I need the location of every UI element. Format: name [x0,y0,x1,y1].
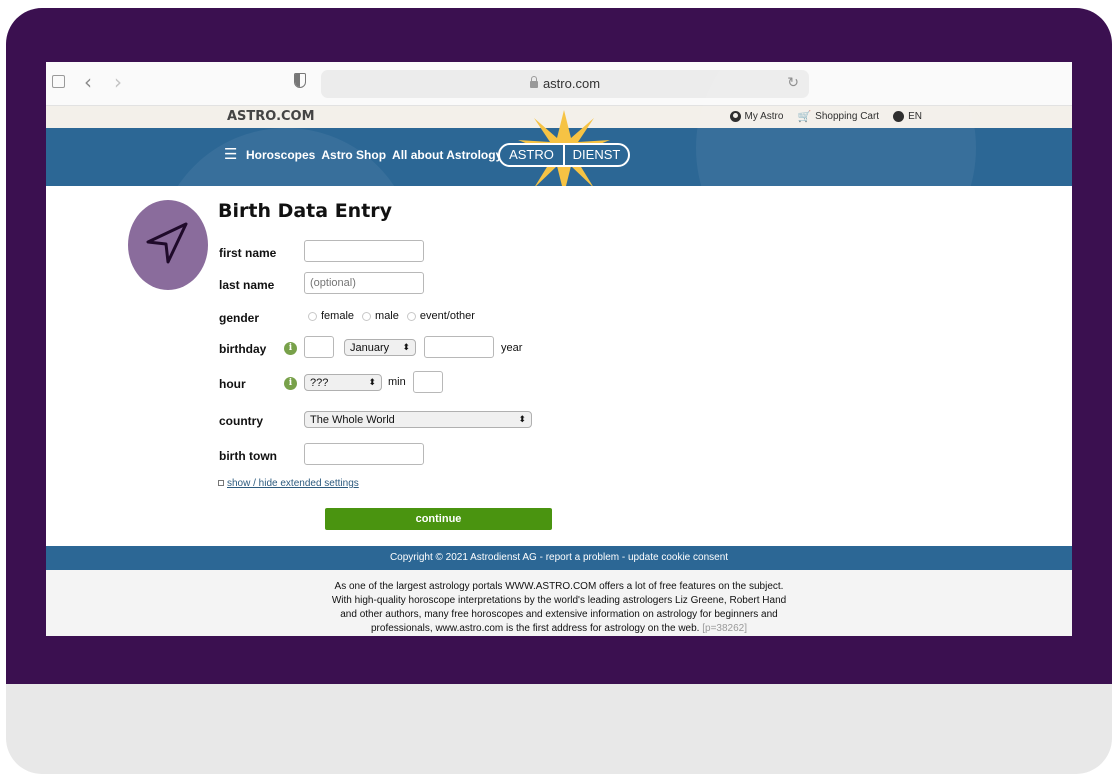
cursor-overlay [128,200,208,290]
nav-astro-shop[interactable]: Astro Shop [321,148,386,162]
gender-male-label: male [375,310,399,322]
select-arrow-icon: ⬍ [368,377,376,387]
gender-male-radio[interactable] [362,311,372,321]
select-arrow-icon: ⬍ [518,414,526,424]
lock-icon [529,76,538,88]
first-name-input[interactable] [304,240,424,262]
footer-description: As one of the largest astrology portals … [46,570,1072,636]
hour-info-icon[interactable]: i [284,377,297,390]
menu-icon[interactable]: ☰ [224,145,237,163]
site-logo[interactable]: ASTRO.COM [227,109,315,124]
form-content: Birth Data Entry first name last name ge… [46,186,1072,546]
page-id: [p=38262] [702,623,748,634]
gender-other-label: event/other [419,310,475,322]
hour-label: hour [219,377,246,391]
select-arrow-icon: ⬍ [402,342,410,352]
nav-links: Horoscopes Astro Shop All about Astrolog… [246,148,502,162]
brand-right: DIENST [572,147,621,162]
birthday-label: birthday [219,342,267,356]
footer-line: and other authors, many free horoscopes … [340,609,778,620]
birth-town-label: birth town [219,449,277,463]
back-chevron-icon[interactable]: ‹ [84,70,92,94]
privacy-shield-icon[interactable] [294,73,306,88]
continue-button[interactable]: continue [325,508,552,530]
birth-town-input[interactable] [304,443,424,465]
url-text: astro.com [542,76,601,91]
footer-line: professionals, www.astro.com is the firs… [46,622,1072,636]
country-select[interactable]: The Whole World ⬍ [304,411,532,428]
country-label: country [219,414,264,428]
first-name-label: first name [219,246,277,260]
minute-input[interactable] [413,371,443,393]
navigation-arrow-icon [146,222,188,264]
sidebar-toggle-icon[interactable] [52,75,65,88]
hour-value: ??? [310,376,329,389]
brand-left: ASTRO [500,145,565,165]
gender-options: female male event/other [304,310,475,322]
forward-chevron-icon[interactable]: › [114,70,122,94]
birth-year-input[interactable] [424,336,494,358]
astrodienst-logo[interactable]: ASTRO DIENST [498,143,630,167]
gender-female-radio[interactable] [308,311,317,321]
nav-horoscopes[interactable]: Horoscopes [246,148,315,162]
browser-window: ‹ › astro.com ↻ ASTRO.COM My Astro 🛒 Sho… [46,62,1072,636]
footer-bar[interactable]: Copyright © 2021 Astrodienst AG - report… [46,546,1072,570]
footer-line: As one of the largest astrology portals … [334,581,784,592]
expand-icon [218,480,224,487]
footer-last-line: professionals, www.astro.com is the firs… [370,623,700,634]
gender-label: gender [219,311,260,325]
page-title: Birth Data Entry [218,200,393,222]
country-value: The Whole World [310,413,395,426]
nav-about-astrology[interactable]: All about Astrology [392,148,502,162]
gender-other-radio[interactable] [406,311,416,321]
birth-month-select[interactable]: January ⬍ [344,339,416,356]
extended-settings-label: show / hide extended settings [227,478,359,489]
footer-line: With high-quality horoscope interpretati… [331,595,787,606]
birth-month-value: January [350,341,390,354]
birth-day-input[interactable] [304,336,334,358]
min-label: min [388,376,406,388]
last-name-input[interactable] [304,272,424,294]
hour-select[interactable]: ??? ⬍ [304,374,382,391]
extended-settings-link[interactable]: show / hide extended settings [218,478,359,489]
birthday-info-icon[interactable]: i [284,342,297,355]
last-name-label: last name [219,278,275,292]
gender-female-label: female [321,310,355,322]
year-label: year [501,342,523,354]
